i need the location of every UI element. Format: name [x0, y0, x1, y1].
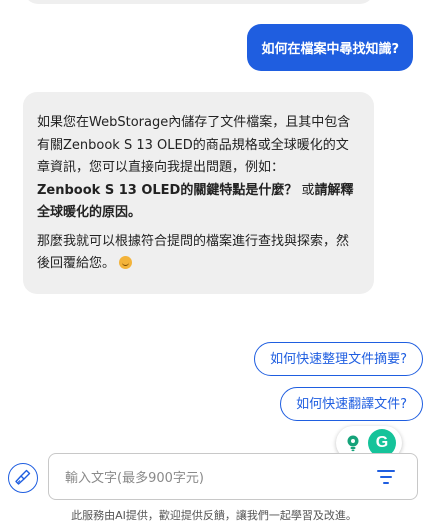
previous-message-bubble	[24, 0, 374, 4]
message-input[interactable]	[63, 467, 357, 489]
ai-disclaimer: 此服務由AI提供，歡迎提供反饋，讓我們一起學習及改進。	[71, 509, 357, 522]
lightbulb-icon[interactable]	[345, 434, 361, 452]
smile-emoji-icon	[119, 256, 133, 269]
suggestion-translate-button[interactable]: 如何快速翻譯文件?	[280, 387, 423, 421]
message-composer	[48, 453, 418, 500]
assistant-closing-text: 那麼我就可以根據符合提問的檔案進行查找與探索，然後回覆給您。	[37, 233, 350, 272]
example-question-1: Zenbook S 13 OLED的關鍵特點是什麼？	[37, 182, 298, 198]
suggestion-summarize-button[interactable]: 如何快速整理文件摘要?	[254, 342, 423, 376]
assistant-lead-text: 如果您在WebStorage內儲存了文件檔案，且其中包含有關Zenbook S …	[37, 115, 351, 175]
or-text: 或	[297, 182, 315, 198]
assistant-paragraph-1: 如果您在WebStorage內儲存了文件檔案，且其中包含有關Zenbook S …	[37, 112, 360, 225]
assistant-paragraph-2: 那麼我就可以根據符合提問的檔案進行查找與探索，然後回覆給您。	[37, 231, 360, 276]
filter-icon[interactable]	[377, 469, 395, 485]
suggestion-label: 如何快速整理文件摘要?	[270, 352, 407, 367]
assistant-message-bubble: 如果您在WebStorage內儲存了文件檔案，且其中包含有關Zenbook S …	[23, 92, 374, 294]
user-message-text: 如何在檔案中尋找知識?	[261, 42, 399, 57]
clear-chat-button[interactable]	[8, 463, 38, 493]
suggestion-label: 如何快速翻譯文件?	[296, 397, 407, 412]
user-message-bubble: 如何在檔案中尋找知識?	[247, 24, 413, 71]
broom-icon	[15, 469, 31, 485]
